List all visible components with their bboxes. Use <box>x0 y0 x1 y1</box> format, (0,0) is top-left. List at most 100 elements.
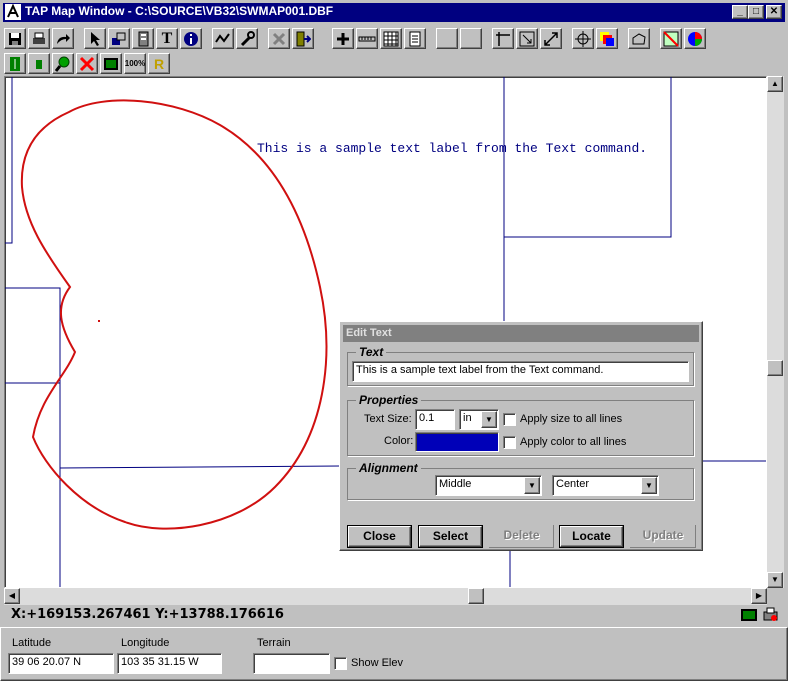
locate-button[interactable]: Locate <box>559 525 624 548</box>
screen-icon[interactable] <box>100 53 122 74</box>
info-icon[interactable] <box>180 28 202 49</box>
close-button[interactable]: Close <box>347 525 412 548</box>
chevron-down-icon[interactable]: ▼ <box>524 477 540 494</box>
text-size-label: Text Size: <box>364 413 412 425</box>
horizontal-align-select[interactable]: Center ▼ <box>552 475 659 496</box>
tools-icon[interactable] <box>236 28 258 49</box>
database-icon[interactable] <box>132 28 154 49</box>
unit-value: in <box>463 412 472 424</box>
apply-size-label: Apply size to all lines <box>520 413 623 425</box>
edit-text-dialog: Edit Text Text This is a sample text lab… <box>339 321 703 551</box>
locate-button-label: Locate <box>572 529 611 543</box>
pointer-icon[interactable] <box>84 28 106 49</box>
cross-icon[interactable] <box>268 28 290 49</box>
map-text-label[interactable]: This is a sample text label from the Tex… <box>257 141 647 156</box>
layers-color-icon[interactable] <box>596 28 618 49</box>
center-point <box>98 320 100 322</box>
text-size-input[interactable]: 0.1 <box>415 409 455 430</box>
zoom-box-icon[interactable] <box>516 28 538 49</box>
show-elev-label: Show Elev <box>351 657 403 669</box>
screen-status-icon[interactable] <box>739 606 759 624</box>
text-value-input[interactable]: This is a sample text label from the Tex… <box>352 361 689 382</box>
properties-group-title: Properties <box>356 393 422 407</box>
horizontal-scrollbar[interactable]: ◀ ▶ <box>4 588 767 605</box>
magnifier-icon[interactable] <box>52 53 74 74</box>
dialog-title: Edit Text <box>343 325 699 342</box>
select-button[interactable]: Select <box>418 525 483 548</box>
terrain-label: Terrain <box>257 637 291 649</box>
properties-group: Properties Text Size: 0.1 in ▼ Apply siz… <box>347 393 694 456</box>
ruler-icon[interactable] <box>356 28 378 49</box>
plus-icon[interactable] <box>332 28 354 49</box>
chevron-down-icon[interactable]: ▼ <box>641 477 657 494</box>
longitude-label: Longitude <box>121 637 170 649</box>
show-elev-checkbox[interactable] <box>334 657 347 670</box>
text-group: Text This is a sample text label from th… <box>347 345 694 386</box>
color-label: Color: <box>384 435 414 447</box>
secondary-toolbar: 100% R <box>0 51 788 76</box>
latitude-field[interactable]: 39 06 20.07 N <box>8 653 114 674</box>
alignment-group-title: Alignment <box>356 461 421 475</box>
print-status-icon[interactable] <box>761 606 781 624</box>
area-icon[interactable] <box>660 28 682 49</box>
pan-icon[interactable] <box>572 28 594 49</box>
alignment-group: Alignment Middle ▼ Center ▼ <box>347 461 694 500</box>
main-toolbar: T <box>0 26 788 51</box>
minimize-button[interactable]: _ <box>732 5 748 19</box>
save-icon[interactable] <box>4 28 26 49</box>
close-button[interactable]: ✕ <box>766 5 782 19</box>
text-icon[interactable]: T <box>156 28 178 49</box>
notepad-icon[interactable] <box>404 28 426 49</box>
delete-button[interactable]: Delete <box>489 525 554 548</box>
layers-icon[interactable] <box>108 28 130 49</box>
scroll-down-icon[interactable]: ▼ <box>767 572 783 588</box>
vertical-scrollbar[interactable]: ▲ ▼ <box>767 76 784 588</box>
apply-color-checkbox[interactable] <box>503 436 516 449</box>
blank-button-1[interactable] <box>436 28 458 49</box>
tower-icon[interactable] <box>4 53 26 74</box>
rename-icon[interactable]: R <box>148 53 170 74</box>
vertical-align-select[interactable]: Middle ▼ <box>435 475 542 496</box>
vertical-align-value: Middle <box>439 478 472 490</box>
coverage-boundary <box>20 99 328 530</box>
apply-color-label: Apply color to all lines <box>520 436 627 448</box>
delete-button-label: Delete <box>503 528 540 542</box>
window-title-bar: TAP Map Window - C:\SOURCE\VB32\SWMAP001… <box>0 0 788 26</box>
horizontal-scroll-thumb[interactable] <box>468 588 484 604</box>
corner-icon[interactable] <box>492 28 514 49</box>
close-button-label: Close <box>363 529 396 543</box>
update-button[interactable]: Update <box>630 525 696 548</box>
vertical-scroll-thumb[interactable] <box>767 360 783 376</box>
small-tower-icon[interactable] <box>28 53 50 74</box>
text-group-title: Text <box>356 345 387 359</box>
coordinate-readout: X:+169153.267461 Y:+13788.176616 <box>11 607 284 622</box>
globe-icon[interactable] <box>684 28 706 49</box>
blank-button-2[interactable] <box>460 28 482 49</box>
delete-x-icon[interactable] <box>76 53 98 74</box>
maximize-button[interactable]: □ <box>748 5 764 19</box>
terrain-field[interactable] <box>253 653 330 674</box>
print-icon[interactable] <box>28 28 50 49</box>
exit-icon[interactable] <box>292 28 314 49</box>
unit-select[interactable]: in ▼ <box>459 409 499 430</box>
app-icon[interactable] <box>5 3 21 20</box>
chevron-down-icon[interactable]: ▼ <box>481 411 497 428</box>
zoom-extents-icon[interactable] <box>540 28 562 49</box>
latitude-label: Latitude <box>12 637 52 649</box>
scroll-up-icon[interactable]: ▲ <box>767 76 783 92</box>
scroll-right-icon[interactable]: ▶ <box>751 588 767 604</box>
select-button-label: Select <box>432 529 469 543</box>
window-title: TAP Map Window - C:\SOURCE\VB32\SWMAP001… <box>25 4 334 18</box>
location-panel: Latitude 39 06 20.07 N Longitude 103 35 … <box>0 627 788 681</box>
longitude-field[interactable]: 103 35 31.15 W <box>117 653 222 674</box>
plot-icon[interactable] <box>212 28 234 49</box>
scroll-left-icon[interactable]: ◀ <box>4 588 20 604</box>
color-swatch[interactable] <box>415 432 499 452</box>
redo-icon[interactable] <box>52 28 74 49</box>
zoom-100-icon[interactable]: 100% <box>124 53 146 74</box>
apply-size-checkbox[interactable] <box>503 413 516 426</box>
update-button-label: Update <box>642 528 684 542</box>
horizontal-align-value: Center <box>556 478 590 490</box>
grid-icon[interactable] <box>380 28 402 49</box>
polygon-icon[interactable] <box>628 28 650 49</box>
